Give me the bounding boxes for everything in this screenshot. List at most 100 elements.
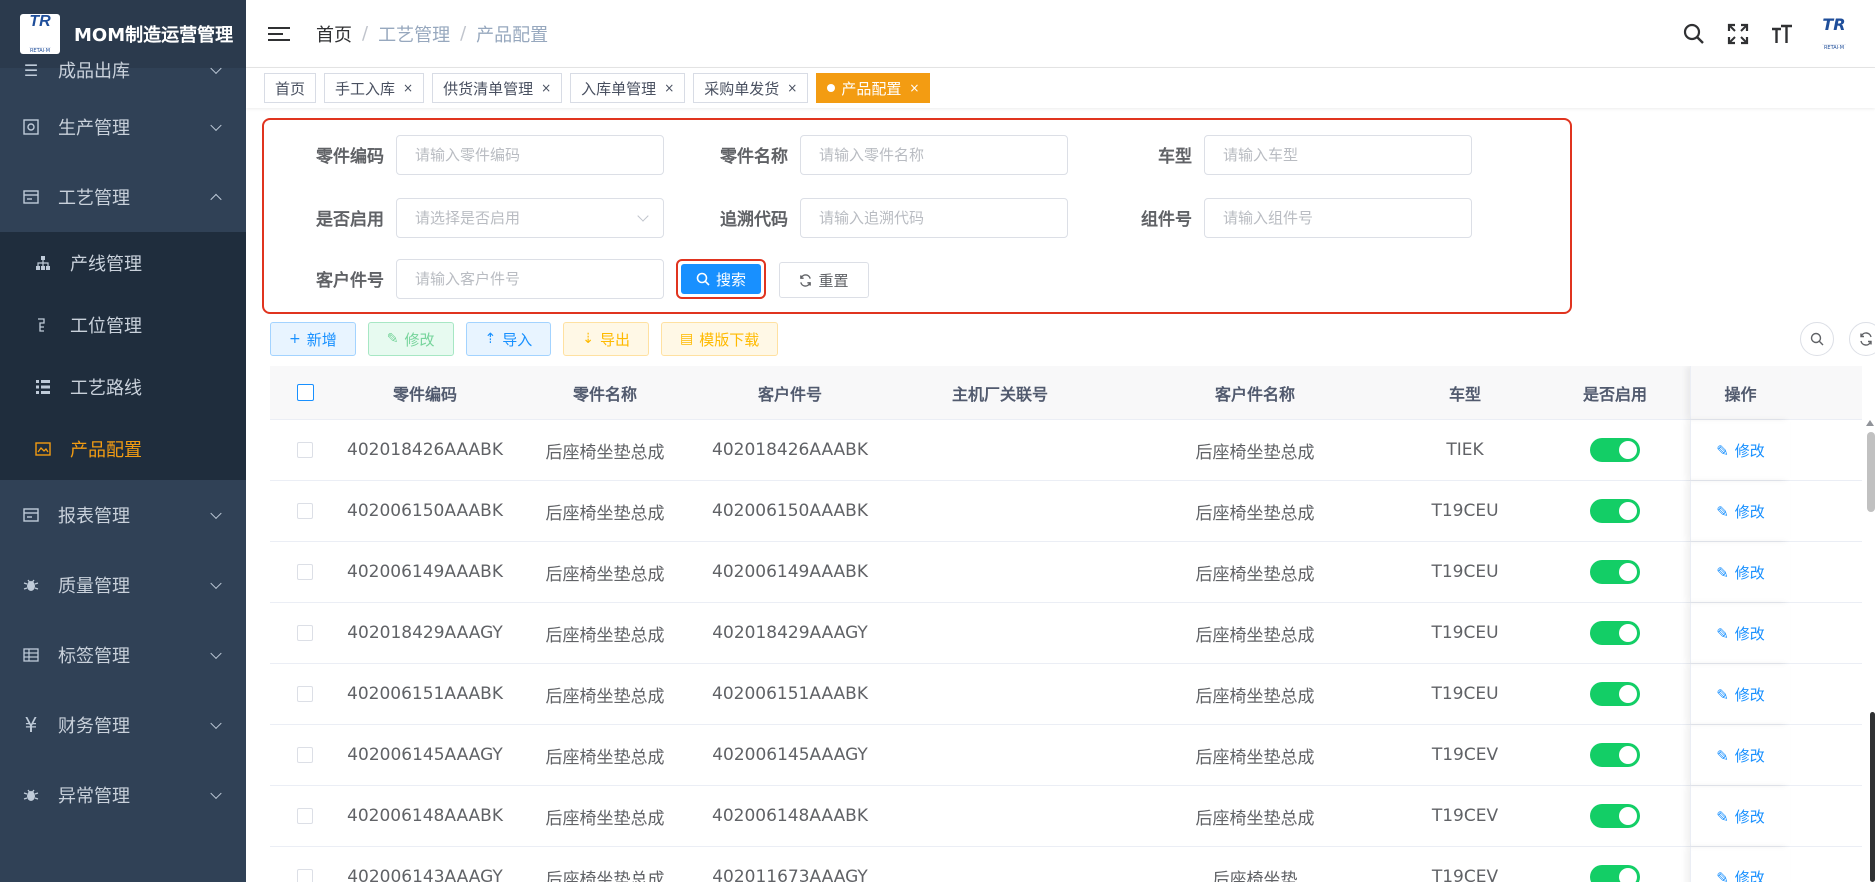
edit-button[interactable]: ✎ 修改 — [367, 322, 454, 356]
sidebar-item-label[interactable]: 标签管理 — [0, 620, 246, 690]
table-row[interactable]: 402006145AAAGY 后座椅坐垫总成 402006145AAAGY 后座椅坐垫… — [270, 725, 1862, 786]
row-checkbox[interactable] — [297, 686, 313, 702]
sidebar-item-station-management[interactable]: 工位管理 — [0, 294, 246, 356]
part-name-input[interactable]: 请输入零件名称 — [800, 135, 1068, 175]
font-size-icon[interactable] — [1769, 21, 1795, 47]
customer-part-input[interactable]: 请输入客户件号 — [396, 259, 664, 299]
enabled-switch[interactable] — [1590, 499, 1640, 523]
row-edit-button[interactable]: ✎ 修改 — [1716, 562, 1765, 583]
sidebar-item-finance[interactable]: ¥ 财务管理 — [0, 690, 246, 760]
close-icon[interactable]: × — [403, 81, 413, 95]
row-checkbox[interactable] — [297, 869, 313, 882]
car-model-input[interactable]: 请输入车型 — [1204, 135, 1472, 175]
enabled-select[interactable]: 请选择是否启用 — [396, 198, 664, 238]
search-button[interactable]: 搜索 — [676, 259, 766, 299]
sidebar-item-finished-outbound[interactable]: ☰ 成品出库 — [0, 48, 246, 92]
tab-product-config[interactable]: 产品配置 × — [816, 73, 931, 103]
header-customer-part-name[interactable]: 客户件名称 — [1120, 366, 1390, 419]
tab-supply-list[interactable]: 供货清单管理 × — [432, 73, 563, 103]
breadcrumb-process[interactable]: 工艺管理 — [378, 21, 450, 47]
row-checkbox[interactable] — [297, 564, 313, 580]
import-button[interactable]: ⇡ 导入 — [465, 322, 552, 356]
tab-home[interactable]: 首页 — [264, 73, 317, 103]
scrollbar[interactable] — [1867, 432, 1875, 512]
edge-scrollbar[interactable] — [1870, 712, 1875, 882]
search-icon[interactable] — [1681, 21, 1707, 47]
cell-part-code: 402006151AAABK — [347, 684, 503, 704]
sidebar-item-report[interactable]: 报表管理 — [0, 480, 246, 550]
row-edit-button[interactable]: ✎ 修改 — [1716, 745, 1765, 766]
sidebar-item-line-management[interactable]: 产线管理 — [0, 232, 246, 294]
row-edit-button[interactable]: ✎ 修改 — [1716, 440, 1765, 461]
table-row[interactable]: 402006143AAAGY 后座椅坐垫总成 402011673AAAGY 后座椅坐垫… — [270, 847, 1862, 882]
scroll-up-icon[interactable] — [1866, 420, 1874, 426]
edit-icon: ✎ — [1716, 441, 1729, 460]
part-name-label: 零件名称 — [720, 147, 788, 167]
search-icon — [696, 272, 710, 286]
table-body: 402018426AAABK 后座椅坐垫总成 402018426AAABK 后座椅坐垫… — [270, 420, 1862, 882]
enabled-switch[interactable] — [1590, 865, 1640, 882]
refresh-button[interactable] — [1849, 322, 1875, 356]
enabled-switch[interactable] — [1590, 621, 1640, 645]
row-edit-button[interactable]: ✎ 修改 — [1716, 623, 1765, 644]
header-car-model[interactable]: 车型 — [1390, 366, 1540, 419]
part-code-input[interactable]: 请输入零件编码 — [396, 135, 664, 175]
sidebar-item-process[interactable]: 工艺管理 — [0, 162, 246, 232]
add-button[interactable]: + 新增 — [270, 322, 356, 356]
template-download-button[interactable]: ▤ 模版下载 — [661, 322, 779, 356]
enabled-switch[interactable] — [1590, 438, 1640, 462]
toggle-search-button[interactable] — [1800, 322, 1834, 356]
cell-checkbox — [270, 847, 340, 882]
close-icon[interactable]: × — [909, 81, 919, 95]
row-edit-button[interactable]: ✎ 修改 — [1716, 806, 1765, 827]
tab-manual-inbound[interactable]: 手工入库 × — [324, 73, 425, 103]
select-all-checkbox[interactable] — [296, 384, 314, 401]
cell-part-name: 后座椅坐垫总成 — [545, 869, 665, 882]
cell-host-ref — [880, 725, 1120, 785]
enabled-switch[interactable] — [1590, 560, 1640, 584]
close-icon[interactable]: × — [787, 81, 797, 95]
row-edit-button[interactable]: ✎ 修改 — [1716, 684, 1765, 705]
tab-inbound-orders[interactable]: 入库单管理 × — [570, 73, 686, 103]
close-icon[interactable]: × — [541, 81, 551, 95]
close-icon[interactable]: × — [664, 81, 674, 95]
row-checkbox[interactable] — [297, 625, 313, 641]
trace-code-input[interactable]: 请输入追溯代码 — [800, 198, 1068, 238]
row-edit-button[interactable]: ✎ 修改 — [1716, 501, 1765, 522]
row-checkbox[interactable] — [297, 747, 313, 763]
row-checkbox[interactable] — [297, 503, 313, 519]
header-enabled[interactable]: 是否启用 — [1540, 366, 1690, 419]
enabled-switch[interactable] — [1590, 804, 1640, 828]
table-row[interactable]: 402018426AAABK 后座椅坐垫总成 402018426AAABK 后座椅坐垫… — [270, 420, 1862, 481]
export-button[interactable]: ⇣ 导出 — [563, 322, 649, 356]
header-customer-part[interactable]: 客户件号 — [700, 366, 880, 419]
reset-button[interactable]: 重置 — [779, 262, 869, 298]
breadcrumb-home[interactable]: 首页 — [316, 21, 352, 47]
product-config-table: 零件编码 零件名称 客户件号 主机厂关联号 客户件名称 车型 是否启用 操作 4… — [270, 366, 1862, 882]
sidebar-item-product-config[interactable]: 产品配置 — [0, 418, 246, 480]
table-row[interactable]: 402006150AAABK 后座椅坐垫总成 402006150AAABK 后座椅坐垫… — [270, 481, 1862, 542]
avatar[interactable]: TR RETAI·M — [1813, 17, 1855, 51]
table-row[interactable]: 402006148AAABK 后座椅坐垫总成 402006148AAABK 后座椅坐垫… — [270, 786, 1862, 847]
row-checkbox[interactable] — [297, 442, 313, 458]
enabled-switch[interactable] — [1590, 682, 1640, 706]
sidebar-item-process-route[interactable]: 工艺路线 — [0, 356, 246, 418]
header-host-ref[interactable]: 主机厂关联号 — [880, 366, 1120, 419]
cell-enabled — [1540, 420, 1690, 480]
enabled-switch[interactable] — [1590, 743, 1640, 767]
sidebar-item-quality[interactable]: 质量管理 — [0, 550, 246, 620]
row-checkbox[interactable] — [297, 808, 313, 824]
sidebar-item-exception[interactable]: 异常管理 — [0, 760, 246, 830]
table-row[interactable]: 402018429AAAGY 后座椅坐垫总成 402018429AAAGY 后座椅坐垫… — [270, 603, 1862, 664]
sidebar-item-production[interactable]: 生产管理 — [0, 92, 246, 162]
hamburger-icon[interactable] — [268, 23, 290, 45]
table-row[interactable]: 402006149AAABK 后座椅坐垫总成 402006149AAABK 后座椅坐垫… — [270, 542, 1862, 603]
header-part-code[interactable]: 零件编码 — [340, 366, 510, 419]
row-edit-button[interactable]: ✎ 修改 — [1716, 867, 1765, 882]
header-part-name[interactable]: 零件名称 — [510, 366, 700, 419]
tab-purchase-shipping[interactable]: 采购单发货 × — [693, 73, 809, 103]
table-row[interactable]: 402006151AAABK 后座椅坐垫总成 402006151AAABK 后座椅坐垫… — [270, 664, 1862, 725]
cell-customer-part: 402006151AAABK — [712, 684, 868, 704]
fullscreen-icon[interactable] — [1725, 21, 1751, 47]
component-no-input[interactable]: 请输入组件号 — [1204, 198, 1472, 238]
